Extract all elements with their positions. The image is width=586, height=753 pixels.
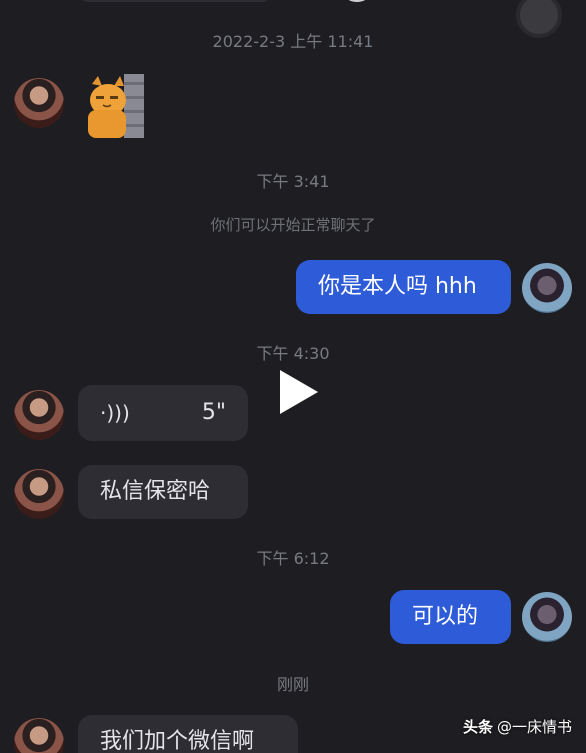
incoming-message-bubble[interactable]: 我们加个微信啊 [78, 715, 298, 753]
contact-avatar[interactable] [14, 78, 64, 128]
outgoing-message-bubble[interactable]: 可以的 [390, 590, 511, 644]
play-icon[interactable] [276, 368, 320, 416]
incoming-message-bubble[interactable]: 私信保密哈 [78, 465, 248, 519]
voice-duration: 5" [201, 400, 226, 425]
cropped-message-bubble [80, 0, 270, 2]
self-avatar[interactable] [522, 592, 572, 642]
watermark-handle: @一床情书 [496, 718, 572, 736]
self-avatar[interactable] [522, 263, 572, 313]
watermark-brand: 头条 [462, 718, 493, 736]
contact-avatar[interactable] [14, 718, 64, 753]
contact-avatar[interactable] [14, 469, 64, 519]
timestamp: 下午 6:12 [256, 549, 330, 568]
timestamp: 下午 3:41 [256, 172, 330, 191]
message-text: 可以的 [412, 604, 479, 629]
message-text: 私信保密哈 [100, 479, 211, 504]
watermark: 头条 @一床情书 [463, 716, 572, 737]
voice-wave-icon: ·))) [100, 401, 130, 425]
contact-avatar[interactable] [14, 390, 64, 440]
cropped-glyph [346, 0, 368, 2]
timestamp: 下午 4:30 [256, 344, 330, 363]
voice-message-bubble[interactable]: ·))) 5" [78, 385, 248, 441]
message-text: 你是本人吗 hhh [318, 274, 477, 299]
outgoing-message-bubble[interactable]: 你是本人吗 hhh [296, 260, 511, 314]
cat-sticker[interactable] [84, 74, 146, 140]
system-notice: 你们可以开始正常聊天了 [210, 216, 376, 234]
timestamp: 刚刚 [276, 675, 309, 694]
timestamp: 2022-2-3 上午 11:41 [212, 32, 374, 51]
message-text: 我们加个微信啊 [100, 729, 255, 753]
